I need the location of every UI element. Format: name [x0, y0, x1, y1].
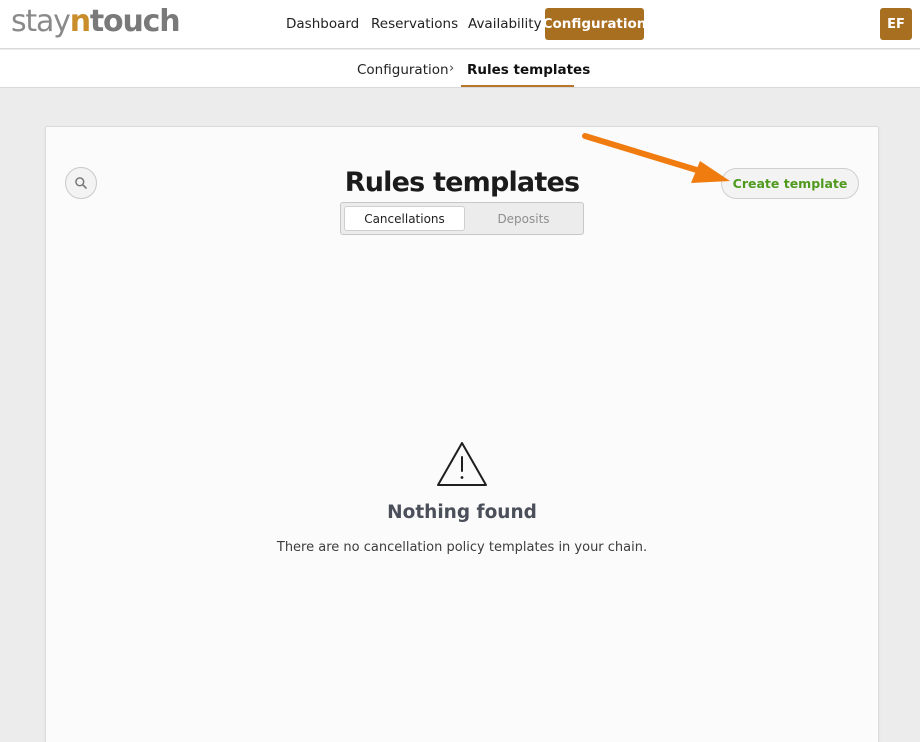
- user-avatar[interactable]: EF: [880, 8, 912, 40]
- annotation-arrow-icon: [582, 133, 730, 183]
- empty-state-message: There are no cancellation policy templat…: [276, 540, 648, 555]
- breadcrumb-bar: Configuration › Rules templates: [0, 50, 920, 88]
- breadcrumb-configuration[interactable]: Configuration: [357, 61, 449, 79]
- nav-dashboard[interactable]: Dashboard: [286, 15, 359, 33]
- search-button[interactable]: [65, 167, 97, 199]
- tab-cancellations[interactable]: Cancellations: [344, 206, 465, 231]
- template-type-tabs: Cancellations Deposits: [340, 202, 584, 235]
- create-template-button[interactable]: Create template: [721, 168, 859, 199]
- breadcrumb-active-underline: [461, 85, 574, 87]
- top-navigation-bar: stayntouch Dashboard Reservations Availa…: [0, 0, 920, 49]
- nav-configuration[interactable]: Configuration: [543, 8, 646, 40]
- breadcrumb-separator: ›: [449, 61, 455, 76]
- stayntouch-logo[interactable]: stayntouch: [11, 4, 181, 40]
- empty-state-title: Nothing found: [387, 502, 537, 523]
- warning-triangle-icon: [437, 442, 487, 486]
- breadcrumb-rules-templates: Rules templates: [467, 62, 591, 78]
- search-icon: [75, 177, 87, 189]
- nav-availability[interactable]: Availability: [468, 15, 542, 33]
- tab-deposits[interactable]: Deposits: [465, 206, 582, 231]
- page-title: Rules templates: [344, 167, 580, 198]
- nav-reservations[interactable]: Reservations: [371, 15, 458, 33]
